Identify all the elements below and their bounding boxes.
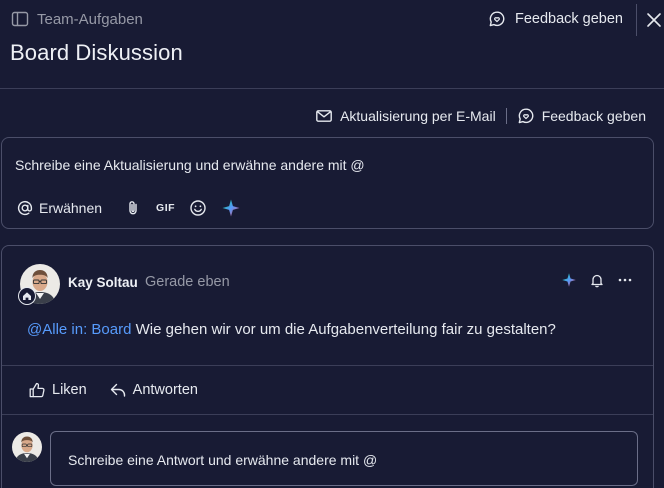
mention-label: Erwähnen [39, 200, 103, 216]
divider [0, 88, 664, 89]
board-mention-link[interactable]: @Alle in: Board [27, 321, 131, 338]
envelope-icon [315, 107, 333, 125]
email-update-button[interactable]: Aktualisierung per E-Mail [315, 107, 496, 125]
feedback-label: Feedback geben [541, 108, 646, 124]
reply-input[interactable]: Schreibe eine Antwort und erwähne andere… [50, 431, 638, 486]
divider [2, 365, 653, 366]
chat-heart-icon [517, 107, 535, 125]
post-body: @Alle in: Board Wie gehen wir vor um die… [27, 321, 556, 338]
ai-sparkle-icon[interactable] [561, 272, 577, 288]
reply-placeholder[interactable]: Schreibe eine Antwort und erwähne andere… [68, 452, 377, 468]
divider [636, 4, 637, 36]
like-label: Liken [52, 382, 87, 398]
emoji-icon[interactable] [189, 199, 207, 217]
post-text: Wie gehen wir vor um die Aufgabenverteil… [131, 321, 556, 338]
home-icon [18, 287, 36, 305]
close-icon[interactable] [645, 11, 663, 29]
chat-heart-icon [488, 10, 506, 28]
post-actions: Liken Antworten [28, 381, 220, 399]
sidebar-panel-icon[interactable] [11, 10, 29, 28]
breadcrumb[interactable]: Team-Aufgaben [11, 10, 143, 28]
divider [2, 414, 653, 415]
thumbs-up-icon [28, 381, 46, 399]
gif-button[interactable]: GIF [156, 202, 175, 214]
bell-icon[interactable] [589, 272, 605, 288]
paperclip-icon[interactable] [124, 199, 142, 217]
avatar[interactable] [12, 432, 42, 462]
post-toolbar [561, 272, 633, 288]
page-title: Board Diskussion [10, 40, 183, 65]
update-composer[interactable]: Schreibe eine Aktualisierung und erwähne… [1, 137, 654, 229]
composer-toolbar: Erwähnen GIF [16, 198, 255, 218]
email-update-label: Aktualisierung per E-Mail [340, 108, 496, 124]
top-bar: Team-Aufgaben Feedback geben [0, 0, 664, 40]
feedback-label: Feedback geben [514, 11, 623, 27]
post-author[interactable]: Kay Soltau [68, 275, 138, 290]
composer-placeholder[interactable]: Schreibe eine Aktualisierung und erwähne… [15, 157, 365, 173]
more-options-icon[interactable] [617, 272, 633, 288]
reply-arrow-icon [109, 381, 127, 399]
divider [505, 108, 507, 124]
at-icon [16, 199, 34, 217]
feedback-button[interactable]: Feedback geben [517, 107, 646, 125]
reply-label: Antworten [132, 382, 198, 398]
post-timestamp: Gerade eben [145, 274, 230, 290]
mention-button[interactable]: Erwähnen [16, 199, 102, 217]
feedback-button-top[interactable]: Feedback geben [488, 10, 623, 28]
ai-sparkle-icon[interactable] [221, 198, 241, 218]
reply-button[interactable]: Antworten [109, 381, 198, 399]
like-button[interactable]: Liken [28, 381, 87, 399]
breadcrumb-label[interactable]: Team-Aufgaben [37, 11, 143, 28]
update-actions: Aktualisierung per E-Mail Feedback geben [315, 107, 646, 125]
update-post: Kay Soltau Gerade eben @Alle in: Board W… [1, 245, 654, 488]
